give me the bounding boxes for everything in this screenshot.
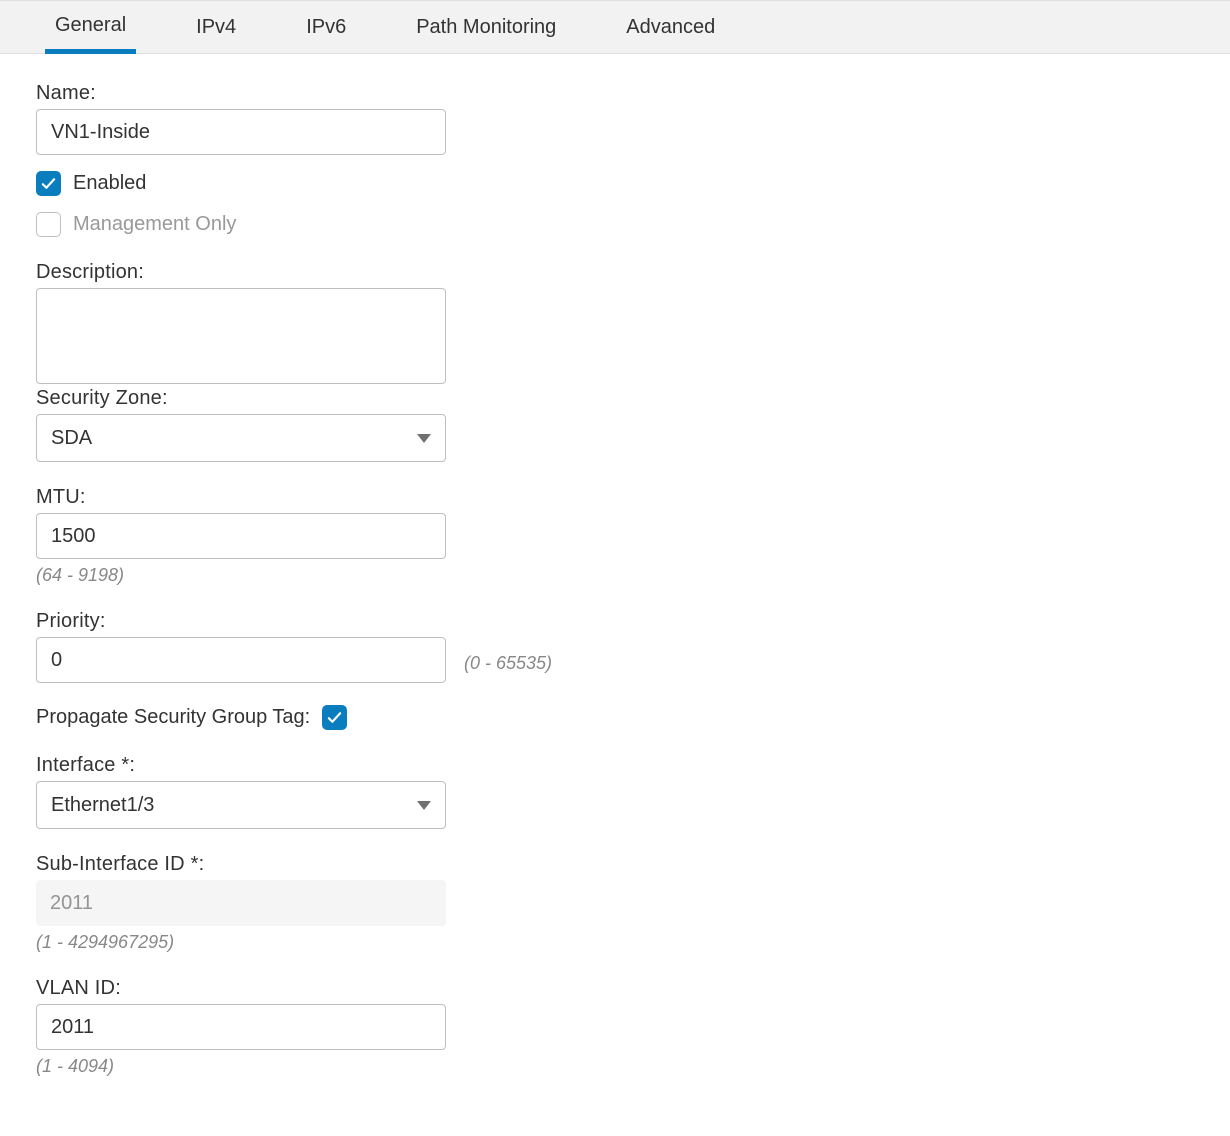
interface-select[interactable]: Ethernet1/3	[36, 781, 446, 829]
tab-ipv6[interactable]: IPv6	[296, 1, 356, 53]
checkmark-icon	[40, 175, 57, 192]
chevron-down-icon	[417, 801, 431, 810]
description-label: Description:	[36, 261, 1194, 284]
enabled-label: Enabled	[73, 172, 146, 195]
tab-bar: General IPv4 IPv6 Path Monitoring Advanc…	[0, 0, 1230, 54]
tab-general-label: General	[55, 14, 126, 37]
name-label: Name:	[36, 82, 1194, 105]
propagate-sgt-label: Propagate Security Group Tag:	[36, 706, 310, 729]
management-only-checkbox[interactable]	[36, 212, 61, 237]
chevron-down-icon	[417, 434, 431, 443]
tab-ipv6-label: IPv6	[306, 16, 346, 39]
tab-path-monitoring-label: Path Monitoring	[416, 16, 556, 39]
mtu-input[interactable]	[36, 513, 446, 559]
tab-path-monitoring[interactable]: Path Monitoring	[406, 1, 566, 53]
propagate-sgt-checkbox[interactable]	[322, 705, 347, 730]
security-zone-select[interactable]: SDA	[36, 414, 446, 462]
management-only-label: Management Only	[73, 213, 236, 236]
vlan-id-hint: (1 - 4094)	[36, 1056, 1194, 1077]
tab-advanced[interactable]: Advanced	[616, 1, 725, 53]
vlan-id-label: VLAN ID:	[36, 977, 1194, 1000]
interface-label: Interface *:	[36, 754, 1194, 777]
security-zone-label: Security Zone:	[36, 387, 1194, 410]
tab-ipv4-label: IPv4	[196, 16, 236, 39]
enabled-checkbox[interactable]	[36, 171, 61, 196]
mtu-hint: (64 - 9198)	[36, 565, 1194, 586]
form-area: Name: Enabled Management Only Descriptio…	[0, 54, 1230, 1105]
vlan-id-input[interactable]	[36, 1004, 446, 1050]
priority-hint: (0 - 65535)	[464, 653, 552, 674]
name-input[interactable]	[36, 109, 446, 155]
sub-interface-id-hint: (1 - 4294967295)	[36, 932, 1194, 953]
mtu-label: MTU:	[36, 486, 1194, 509]
priority-input[interactable]	[36, 637, 446, 683]
sub-interface-id-label: Sub-Interface ID *:	[36, 853, 1194, 876]
interface-value: Ethernet1/3	[51, 794, 154, 817]
sub-interface-id-value: 2011	[36, 880, 446, 926]
tab-general[interactable]: General	[45, 1, 136, 54]
description-textarea[interactable]	[36, 288, 446, 384]
tab-ipv4[interactable]: IPv4	[186, 1, 246, 53]
tab-advanced-label: Advanced	[626, 16, 715, 39]
priority-label: Priority:	[36, 610, 1194, 633]
security-zone-value: SDA	[51, 427, 92, 450]
checkmark-icon	[326, 709, 343, 726]
